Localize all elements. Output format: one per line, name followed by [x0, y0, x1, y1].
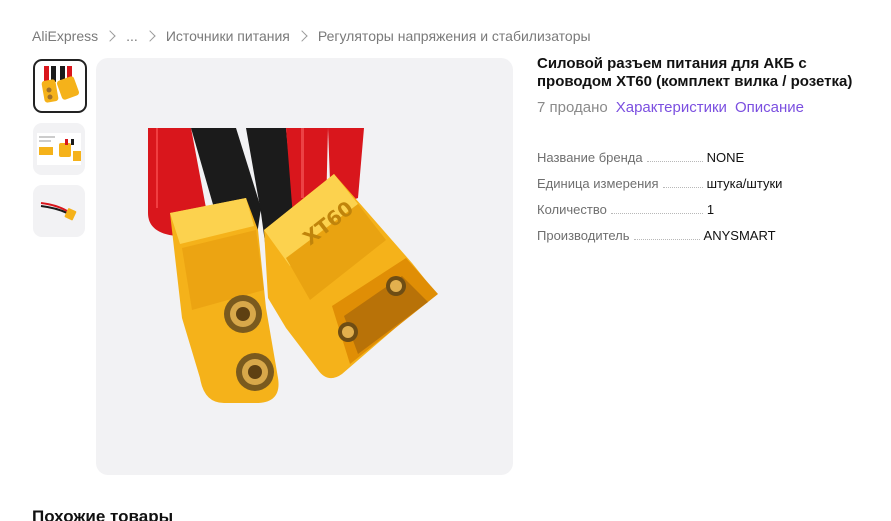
spec-value: 1	[706, 202, 715, 217]
connector-thumbnail-icon	[41, 66, 80, 103]
sold-count: 7 продано	[537, 99, 608, 116]
thumbnail-1[interactable]	[33, 59, 87, 113]
breadcrumb-aliexpress[interactable]: AliExpress	[32, 28, 98, 44]
thumbnail-2[interactable]	[33, 123, 85, 175]
spec-key: Количество	[537, 202, 607, 217]
spec-dots	[633, 239, 700, 240]
breadcrumb-ellipsis[interactable]: ...	[126, 28, 138, 44]
product-title: Силовой разъем питания для АКБ с проводо…	[537, 55, 853, 90]
connector-diagram-thumbnail-icon	[37, 133, 81, 165]
chevron-right-icon	[296, 30, 308, 42]
chevron-right-icon	[104, 30, 116, 42]
spec-key: Производитель	[537, 228, 630, 243]
characteristics-link[interactable]: Характеристики	[616, 99, 727, 116]
spec-value: NONE	[706, 150, 745, 165]
product-main-image[interactable]: XT60	[96, 58, 513, 475]
spec-row: Количество 1	[537, 202, 877, 228]
spec-row: Название бренда NONE	[537, 150, 877, 176]
similar-products-heading: Похожие товары	[32, 507, 174, 521]
spec-list: Название бренда NONE Единица измерения ш…	[537, 150, 877, 254]
cable-thumbnail-icon	[40, 202, 77, 221]
thumbnail-3[interactable]	[33, 185, 85, 237]
spec-value: штука/штуки	[706, 176, 783, 191]
spec-row: Производитель ANYSMART	[537, 228, 877, 254]
description-link[interactable]: Описание	[735, 99, 804, 116]
spec-dots	[646, 161, 703, 162]
breadcrumb: AliExpress ... Источники питания Регулят…	[32, 28, 591, 44]
breadcrumb-voltage-regulators[interactable]: Регуляторы напряжения и стабилизаторы	[318, 28, 591, 44]
xt60-connector-image: XT60	[148, 128, 438, 403]
spec-dots	[662, 187, 703, 188]
spec-row: Единица измерения штука/штуки	[537, 176, 877, 202]
breadcrumb-power-sources[interactable]: Источники питания	[166, 28, 290, 44]
spec-value: ANYSMART	[703, 228, 776, 243]
product-meta: 7 продано Характеристики Описание	[537, 99, 877, 116]
spec-key: Единица измерения	[537, 176, 659, 191]
spec-dots	[610, 213, 703, 214]
thumbnail-list	[33, 59, 87, 247]
spec-key: Название бренда	[537, 150, 643, 165]
product-info: Силовой разъем питания для АКБ с проводо…	[537, 55, 877, 254]
chevron-right-icon	[144, 30, 156, 42]
